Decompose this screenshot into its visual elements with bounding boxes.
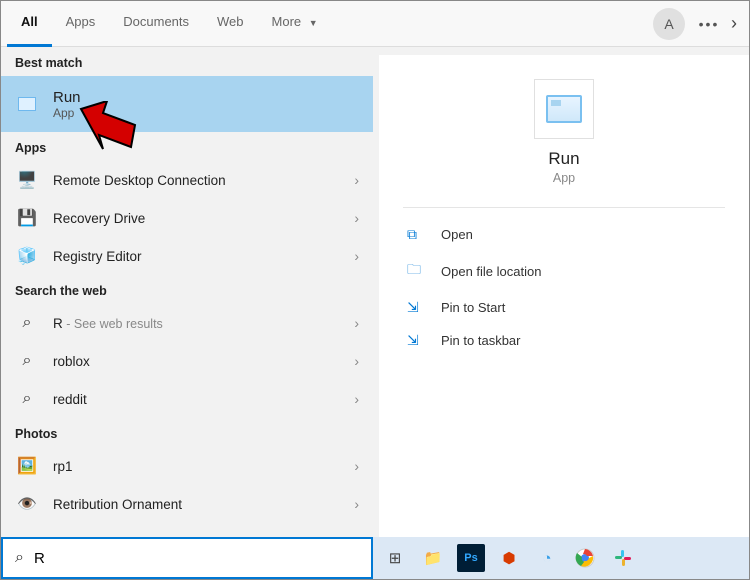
chevron-right-icon: › (354, 496, 359, 512)
result-remote-desktop[interactable]: 🖥️ Remote Desktop Connection › (1, 161, 373, 199)
task-view-icon[interactable]: ⊞ (381, 544, 409, 572)
section-photos: Photos (1, 418, 373, 447)
search-bar[interactable]: ⌕ (1, 537, 373, 579)
action-pin-to-start[interactable]: ⇲ Pin to Start (379, 291, 749, 324)
list-item-label: Registry Editor (53, 249, 354, 264)
section-best-match: Best match (1, 47, 373, 76)
action-label: Open file location (441, 264, 541, 279)
list-item-label: roblox (53, 354, 354, 369)
folder-icon: 🗀 (407, 259, 429, 283)
detail-subtitle: App (379, 171, 749, 185)
list-item-label: Retribution Ornament (53, 497, 354, 512)
detail-title: Run (379, 149, 749, 169)
file-explorer-icon[interactable]: 📁 (419, 544, 447, 572)
chevron-right-icon: › (354, 391, 359, 407)
search-icon: ⌕ (15, 549, 24, 567)
search-filter-tabs: All Apps Documents Web More ▼ A ••• › (1, 1, 749, 47)
chrome-icon[interactable] (571, 544, 599, 572)
web-query: R (53, 316, 63, 331)
list-item-label: Remote Desktop Connection (53, 173, 354, 188)
chevron-right-icon: › (354, 315, 359, 331)
tab-apps[interactable]: Apps (52, 1, 110, 47)
results-panel: Best match Run App Apps 🖥️ Remote Deskto… (1, 47, 373, 537)
remote-desktop-icon: 🖥️ (15, 168, 39, 192)
action-open[interactable]: ⧉ Open (379, 218, 749, 251)
list-item-label: rp1 (53, 459, 354, 474)
action-label: Pin to Start (441, 300, 505, 315)
chevron-down-icon: ▼ (309, 18, 318, 28)
chevron-right-icon: › (354, 172, 359, 188)
result-registry-editor[interactable]: 🧊 Registry Editor › (1, 237, 373, 275)
web-hint: - See web results (63, 317, 163, 331)
chevron-right-icon: › (354, 353, 359, 369)
app-icon[interactable]: ◔ (533, 544, 561, 572)
chevron-right-icon: › (354, 458, 359, 474)
slack-icon[interactable] (609, 544, 637, 572)
chevron-right-icon: › (354, 210, 359, 226)
tab-documents[interactable]: Documents (109, 1, 203, 47)
recovery-drive-icon: 💾 (15, 206, 39, 230)
result-photo-rp1[interactable]: 🖼️ rp1 › (1, 447, 373, 485)
search-icon: ⌕ (15, 311, 39, 335)
action-label: Pin to taskbar (441, 333, 521, 348)
tab-more[interactable]: More ▼ (258, 1, 332, 47)
tab-more-label: More (272, 14, 302, 29)
result-photo-retribution[interactable]: 👁️ Retribution Ornament › (1, 485, 373, 523)
search-icon: ⌕ (15, 387, 39, 411)
result-web-roblox[interactable]: ⌕ roblox › (1, 342, 373, 380)
result-run[interactable]: Run App (1, 76, 373, 132)
options-button[interactable]: ••• (693, 8, 725, 40)
registry-editor-icon: 🧊 (15, 244, 39, 268)
section-apps: Apps (1, 132, 373, 161)
pin-icon: ⇲ (407, 299, 429, 316)
section-search-web: Search the web (1, 275, 373, 304)
list-item-label: Recovery Drive (53, 211, 354, 226)
detail-panel: Run App ⧉ Open 🗀 Open file location ⇲ Pi… (379, 55, 749, 537)
action-open-file-location[interactable]: 🗀 Open file location (379, 251, 749, 291)
list-item-label: reddit (53, 392, 354, 407)
taskbar: ⊞ 📁 Ps ⬢ ◔ (373, 537, 749, 579)
result-web-reddit[interactable]: ⌕ reddit › (1, 380, 373, 418)
search-input[interactable] (34, 550, 359, 567)
result-subtitle: App (53, 106, 359, 120)
open-icon: ⧉ (407, 226, 429, 243)
divider (403, 207, 725, 208)
run-app-large-icon (534, 79, 594, 139)
result-recovery-drive[interactable]: 💾 Recovery Drive › (1, 199, 373, 237)
pin-icon: ⇲ (407, 332, 429, 349)
result-title: Run (53, 89, 359, 106)
photo-icon: 👁️ (15, 492, 39, 516)
run-app-icon (15, 92, 39, 116)
chevron-right-icon: › (725, 13, 743, 34)
office-icon[interactable]: ⬢ (495, 544, 523, 572)
account-avatar[interactable]: A (653, 8, 685, 40)
result-web-r[interactable]: ⌕ R - See web results › (1, 304, 373, 342)
action-pin-to-taskbar[interactable]: ⇲ Pin to taskbar (379, 324, 749, 357)
tab-all[interactable]: All (7, 1, 52, 47)
search-icon: ⌕ (15, 349, 39, 373)
chevron-right-icon: › (354, 248, 359, 264)
photo-icon: 🖼️ (15, 454, 39, 478)
action-label: Open (441, 227, 473, 242)
tab-web[interactable]: Web (203, 1, 258, 47)
photoshop-icon[interactable]: Ps (457, 544, 485, 572)
